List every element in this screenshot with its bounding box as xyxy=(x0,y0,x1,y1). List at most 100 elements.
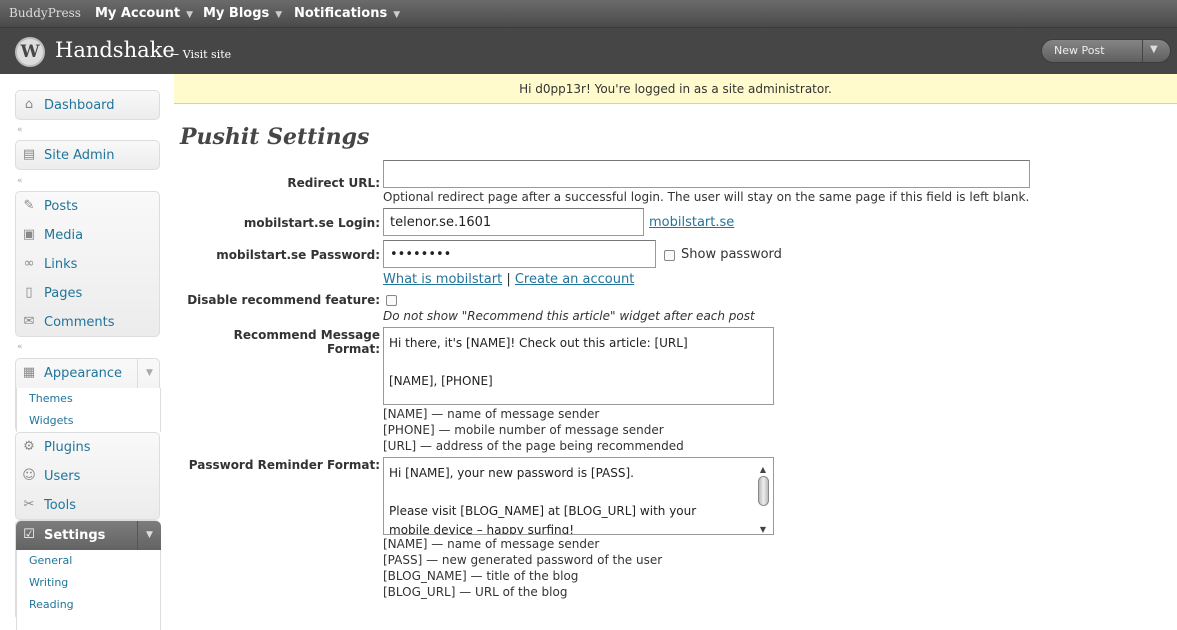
sidebar-item-pages[interactable]: ▯ Pages xyxy=(16,279,161,308)
disable-recommend-checkbox[interactable] xyxy=(386,295,397,306)
sidebar-item-posts[interactable]: ✎ Posts xyxy=(16,192,161,221)
submenu-item-writing[interactable]: Writing xyxy=(29,576,68,589)
sidebar-item-label: Site Admin xyxy=(44,148,115,163)
sidebar-item-label: Media xyxy=(44,228,84,243)
my-account-label: My Account xyxy=(95,6,181,21)
tools-icon: ✂ xyxy=(23,497,35,512)
show-password-checkbox[interactable] xyxy=(664,250,675,261)
redirect-url-description: Optional redirect page after a successfu… xyxy=(383,190,1030,204)
visit-site-link[interactable]: ← Visit site xyxy=(170,48,231,61)
admin-header: W Handshake ← Visit site New Post ▼ xyxy=(0,28,1177,74)
submenu-toggle-icon[interactable]: ▼ xyxy=(137,359,161,388)
new-post-button[interactable]: New Post ▼ xyxy=(1041,39,1171,63)
pushpin-icon: ✎ xyxy=(23,198,35,213)
recommend-help-phone: [PHONE] — mobile number of message sende… xyxy=(383,423,664,437)
reminder-help-blog-name: [BLOG_NAME] — title of the blog xyxy=(383,569,579,583)
sidebar-item-label: Links xyxy=(44,257,78,272)
my-blogs-label: My Blogs xyxy=(203,6,270,21)
login-label: mobilstart.se Login: xyxy=(243,216,380,230)
content-menu-box: ✎ Posts ▣ Media ∞ Links ▯ Pages ✉ Commen… xyxy=(15,191,160,337)
reminder-help-name: [NAME] — name of message sender xyxy=(383,537,600,551)
textarea-line: Hi [NAME], your new password is [PASS]. xyxy=(389,466,634,480)
recommend-format-textarea[interactable]: Hi there, it's [NAME]! Check out this ar… xyxy=(383,327,774,405)
notifications-label: Notifications xyxy=(294,6,388,21)
buddypress-admin-bar: BuddyPress My Account ▼ My Blogs ▼ Notific… xyxy=(0,0,1177,28)
chevron-down-icon[interactable]: ▼ xyxy=(1150,44,1158,55)
sidebar-item-plugins[interactable]: ⚙ Plugins xyxy=(16,433,161,462)
appearance-menu-box: ▦ Appearance ▼ Themes Widgets xyxy=(15,358,161,432)
site-admin-menu-box: ▤ Site Admin xyxy=(15,140,160,170)
users-icon: ☺ xyxy=(22,468,36,483)
create-account-link[interactable]: Create an account xyxy=(515,272,634,287)
textarea-line: Hi there, it's [NAME]! Check out this ar… xyxy=(389,336,688,350)
settings-icon: ☑ xyxy=(23,527,35,542)
textarea-line: mobile device – happy surfing! xyxy=(389,523,575,535)
reminder-help-blog-url: [BLOG_URL] — URL of the blog xyxy=(383,585,568,599)
login-input[interactable] xyxy=(383,208,644,236)
submenu-item-widgets[interactable]: Widgets xyxy=(29,414,73,427)
button-divider xyxy=(1142,40,1143,62)
media-icon: ▣ xyxy=(22,227,36,242)
tools-menu-box: ⚙ Plugins ☺ Users ✂ Tools xyxy=(15,432,160,520)
admin-notice: Hi d0pp13r! You're logged in as a site a… xyxy=(174,74,1177,104)
sidebar-item-label: Plugins xyxy=(44,440,91,455)
sidebar-item-label: Posts xyxy=(44,199,78,214)
textarea-scrollbar[interactable]: ▲ ▼ xyxy=(755,460,771,534)
scroll-up-arrow-icon[interactable]: ▲ xyxy=(755,460,771,474)
sidebar-item-label: Tools xyxy=(44,498,77,513)
site-title[interactable]: Handshake xyxy=(55,38,175,62)
comment-icon: ✉ xyxy=(23,314,35,329)
sidebar-item-dashboard[interactable]: ⌂ Dashboard xyxy=(16,91,161,120)
sidebar-item-label: Dashboard xyxy=(44,98,115,113)
sidebar-item-settings[interactable]: ☑ Settings ▼ xyxy=(16,521,161,550)
reminder-format-textarea[interactable]: Hi [NAME], your new password is [PASS]. … xyxy=(383,457,774,535)
submenu-toggle-icon[interactable]: ▼ xyxy=(137,521,161,550)
notifications-menu[interactable]: Notifications ▼ xyxy=(294,6,400,21)
sidebar-item-label: Comments xyxy=(44,315,115,330)
wordpress-logo-icon: W xyxy=(15,37,45,67)
textarea-line: [NAME], [PHONE] xyxy=(389,374,493,388)
my-account-menu[interactable]: My Account ▼ xyxy=(95,6,193,21)
what-is-mobilstart-link[interactable]: What is mobilstart xyxy=(383,272,502,287)
scrollbar-thumb[interactable] xyxy=(758,476,769,506)
collapse-separator-icon[interactable]: « xyxy=(17,176,23,186)
page-title: Pushit Settings xyxy=(180,124,370,150)
recommend-format-label: Recommend Message Format: xyxy=(233,328,380,356)
sidebar-item-comments[interactable]: ✉ Comments xyxy=(16,308,161,337)
sidebar-item-links[interactable]: ∞ Links xyxy=(16,250,161,279)
collapse-separator-icon[interactable]: « xyxy=(17,342,23,352)
sidebar-item-site-admin[interactable]: ▤ Site Admin xyxy=(16,141,161,170)
submenu-item-themes[interactable]: Themes xyxy=(29,392,73,405)
chevron-down-icon: ▼ xyxy=(393,10,401,20)
password-input[interactable] xyxy=(383,240,656,268)
sidebar-item-media[interactable]: ▣ Media xyxy=(16,221,161,250)
reminder-format-label: Password Reminder Format: xyxy=(188,458,380,472)
buddypress-logo[interactable]: BuddyPress xyxy=(9,6,81,20)
sidebar-item-label: Users xyxy=(44,469,81,484)
redirect-url-label: Redirect URL: xyxy=(287,176,380,190)
sidebar-item-users[interactable]: ☺ Users xyxy=(16,462,161,491)
recommend-help-name: [NAME] — name of message sender xyxy=(383,407,600,421)
chevron-down-icon: ▼ xyxy=(275,10,283,20)
show-password-label[interactable]: Show password xyxy=(681,247,782,262)
mobilstart-link[interactable]: mobilstart.se xyxy=(649,215,734,230)
link-icon: ∞ xyxy=(23,256,35,271)
textarea-line: Please visit [BLOG_NAME] at [BLOG_URL] w… xyxy=(389,504,697,518)
link-separator: | xyxy=(506,272,511,287)
sidebar-item-label: Settings xyxy=(44,528,106,543)
collapse-separator-icon[interactable]: « xyxy=(17,125,23,135)
settings-submenu: General Writing Reading xyxy=(16,550,161,630)
dashboard-menu-box: ⌂ Dashboard xyxy=(15,90,160,120)
submenu-item-general[interactable]: General xyxy=(29,554,72,567)
sidebar-item-appearance[interactable]: ▦ Appearance ▼ xyxy=(16,359,161,388)
recommend-help-url: [URL] — address of the page being recomm… xyxy=(383,439,684,453)
my-blogs-menu[interactable]: My Blogs ▼ xyxy=(203,6,282,21)
scroll-down-arrow-icon[interactable]: ▼ xyxy=(755,520,771,534)
appearance-submenu: Themes Widgets xyxy=(16,388,161,432)
password-label: mobilstart.se Password: xyxy=(216,248,380,262)
new-post-label: New Post xyxy=(1054,44,1105,57)
sidebar-item-tools[interactable]: ✂ Tools xyxy=(16,491,161,520)
chevron-down-icon: ▼ xyxy=(186,10,193,20)
redirect-url-input[interactable] xyxy=(383,160,1030,188)
textarea-line xyxy=(389,353,768,372)
